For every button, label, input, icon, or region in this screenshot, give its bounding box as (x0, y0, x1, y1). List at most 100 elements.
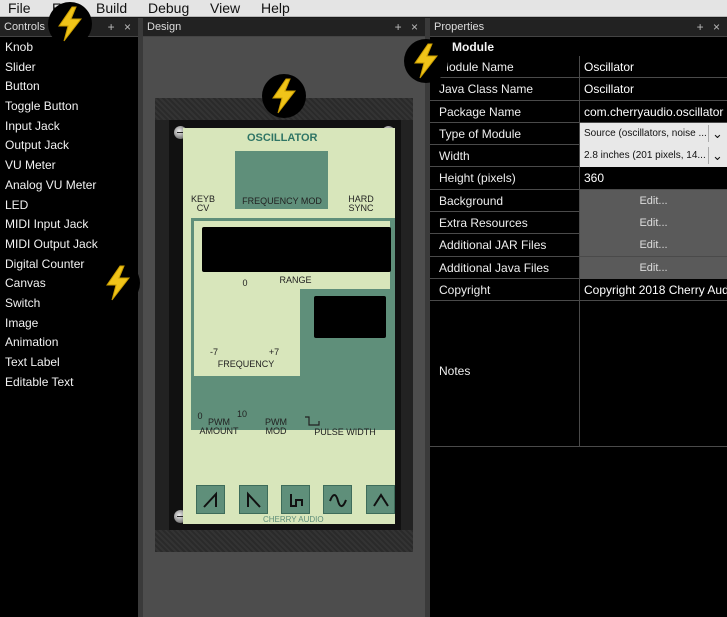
prop-row-copyright: Copyright Copyright 2018 Cherry Audio (430, 278, 727, 302)
keyb-cv-label: KEYB CV (190, 194, 215, 213)
prop-name: Java Class Name (439, 82, 534, 97)
menu-bar: File Edit Build Debug View Help (0, 0, 727, 17)
extra-resources-edit-button[interactable]: Edit... (579, 212, 727, 235)
wave-sine-button[interactable] (323, 485, 352, 514)
design-panel-header: Design + × (143, 18, 425, 37)
menu-view[interactable]: View (210, 0, 240, 17)
frequency-mod-label: FREQUENCY MOD (242, 196, 322, 206)
prop-row-width: Width 2.8 inches (201 pixels, 14... ⌄ (430, 145, 727, 168)
module-title: OSCILLATOR (247, 132, 318, 144)
control-item-image[interactable]: Image (0, 314, 138, 334)
prop-row-notes: Notes (430, 301, 727, 448)
saw-down-icon (247, 491, 261, 508)
prop-name: Width (439, 149, 470, 164)
triangle-icon (373, 493, 389, 507)
wave-triangle-button[interactable] (366, 485, 395, 514)
java-files-edit-button[interactable]: Edit... (579, 256, 727, 279)
sine-icon (329, 494, 347, 508)
properties-panel-header: Properties + × (430, 18, 727, 37)
properties-table: Module Module Name Oscillator Java Class… (430, 38, 727, 448)
type-of-module-value: Source (oscillators, noise ... (584, 127, 707, 139)
pulse-shape-icon (305, 416, 320, 426)
lightning-icon (262, 74, 306, 118)
control-item-button[interactable]: Button (0, 77, 138, 97)
design-panel-title: Design (147, 21, 182, 33)
height-field[interactable]: 360 (579, 167, 727, 190)
module-section-header[interactable]: Module (430, 38, 727, 56)
freq-max-label: +7 (268, 347, 280, 357)
control-item-editable-text[interactable]: Editable Text (0, 373, 138, 393)
range-display[interactable] (202, 227, 391, 272)
module-face[interactable]: OSCILLATOR FREQUENCY MOD KEYB CV HARD SY… (169, 120, 401, 530)
panel-controls-icon[interactable]: + × (697, 18, 723, 37)
prop-row-additional-jar-files: Additional JAR Files Edit... (430, 234, 727, 257)
wave-saw-up-button[interactable] (196, 485, 225, 514)
properties-panel: Properties + × Module Module Name Oscill… (430, 18, 727, 617)
prop-row-extra-resources: Extra Resources Edit... (430, 212, 727, 235)
control-item-input-jack[interactable]: Input Jack (0, 117, 138, 137)
properties-panel-title: Properties (434, 21, 485, 33)
pulse-icon (290, 494, 303, 507)
prop-name: Copyright (439, 282, 491, 297)
notes-field[interactable] (579, 301, 727, 447)
pwm-amount-label: PWM AMOUNT (199, 417, 239, 436)
menu-debug[interactable]: Debug (148, 0, 189, 17)
pulse-width-display[interactable] (314, 296, 386, 338)
chevron-down-icon[interactable]: ⌄ (708, 124, 726, 142)
prop-name: Notes (439, 364, 471, 379)
control-item-text-label[interactable]: Text Label (0, 353, 138, 373)
panel-controls-icon[interactable]: + × (395, 18, 421, 37)
prop-name: Height (pixels) (439, 171, 516, 186)
background-edit-button[interactable]: Edit... (579, 189, 727, 212)
prop-row-background: Background Edit... (430, 189, 727, 213)
control-item-animation[interactable]: Animation (0, 333, 138, 353)
prop-name: Additional Java Files (439, 260, 550, 275)
hard-sync-label: HARD SYNC (348, 194, 374, 213)
range-zero-label: 0 (242, 278, 248, 288)
control-item-midi-input-jack[interactable]: MIDI Input Jack (0, 215, 138, 235)
control-item-toggle-button[interactable]: Toggle Button (0, 97, 138, 117)
lightning-icon (96, 261, 140, 305)
prop-name: Extra Resources (439, 216, 528, 231)
prop-row-type-of-module: Type of Module Source (oscillators, nois… (430, 122, 727, 146)
type-of-module-select[interactable]: Source (oscillators, noise ... ⌄ (579, 122, 727, 145)
prop-name: Type of Module (439, 126, 522, 141)
package-name-field[interactable]: com.cherryaudio.oscillator (579, 100, 727, 123)
lightning-icon (48, 2, 92, 46)
prop-name: Additional JAR Files (439, 238, 547, 253)
control-item-led[interactable]: LED (0, 196, 138, 216)
module-panel: OSCILLATOR FREQUENCY MOD KEYB CV HARD SY… (183, 128, 395, 524)
controls-panel: Controls + × Knob Slider Button Toggle B… (0, 18, 138, 617)
prop-row-package-name: Package Name com.cherryaudio.oscillator (430, 100, 727, 123)
width-select[interactable]: 2.8 inches (201 pixels, 14... ⌄ (579, 145, 727, 168)
brand-label: CHERRY AUDIO (263, 515, 324, 524)
wave-saw-down-button[interactable] (239, 485, 268, 514)
menu-help[interactable]: Help (261, 0, 290, 17)
lightning-icon (404, 39, 448, 83)
java-class-name-field[interactable]: Oscillator (579, 78, 727, 101)
prop-row-java-class-name: Java Class Name Oscillator (430, 78, 727, 101)
panel-controls-icon[interactable]: + × (108, 18, 134, 37)
pwm-mod-label: PWM MOD (265, 417, 287, 436)
prop-row-height: Height (pixels) 360 (430, 167, 727, 190)
control-item-output-jack[interactable]: Output Jack (0, 136, 138, 156)
module-name-field[interactable]: Oscillator (579, 56, 727, 78)
saw-up-icon (203, 491, 217, 508)
control-item-vu-meter[interactable]: VU Meter (0, 156, 138, 176)
prop-name: Module Name (439, 60, 514, 74)
controls-panel-title: Controls (4, 21, 45, 33)
wave-pulse-button[interactable] (281, 485, 310, 514)
width-value: 2.8 inches (201 pixels, 14... (584, 150, 706, 162)
menu-build[interactable]: Build (96, 0, 127, 17)
freq-min-label: -7 (209, 347, 218, 357)
control-item-midi-output-jack[interactable]: MIDI Output Jack (0, 235, 138, 255)
prop-row-module-name: Module Name Oscillator (430, 56, 727, 79)
prop-name: Package Name (439, 104, 522, 119)
chevron-down-icon[interactable]: ⌄ (708, 147, 726, 165)
jar-files-edit-button[interactable]: Edit... (579, 234, 727, 257)
prop-row-additional-java-files: Additional Java Files Edit... (430, 256, 727, 279)
control-item-slider[interactable]: Slider (0, 58, 138, 78)
copyright-field[interactable]: Copyright 2018 Cherry Audio (579, 278, 727, 301)
menu-file[interactable]: File (8, 0, 31, 17)
control-item-analog-vu-meter[interactable]: Analog VU Meter (0, 176, 138, 196)
